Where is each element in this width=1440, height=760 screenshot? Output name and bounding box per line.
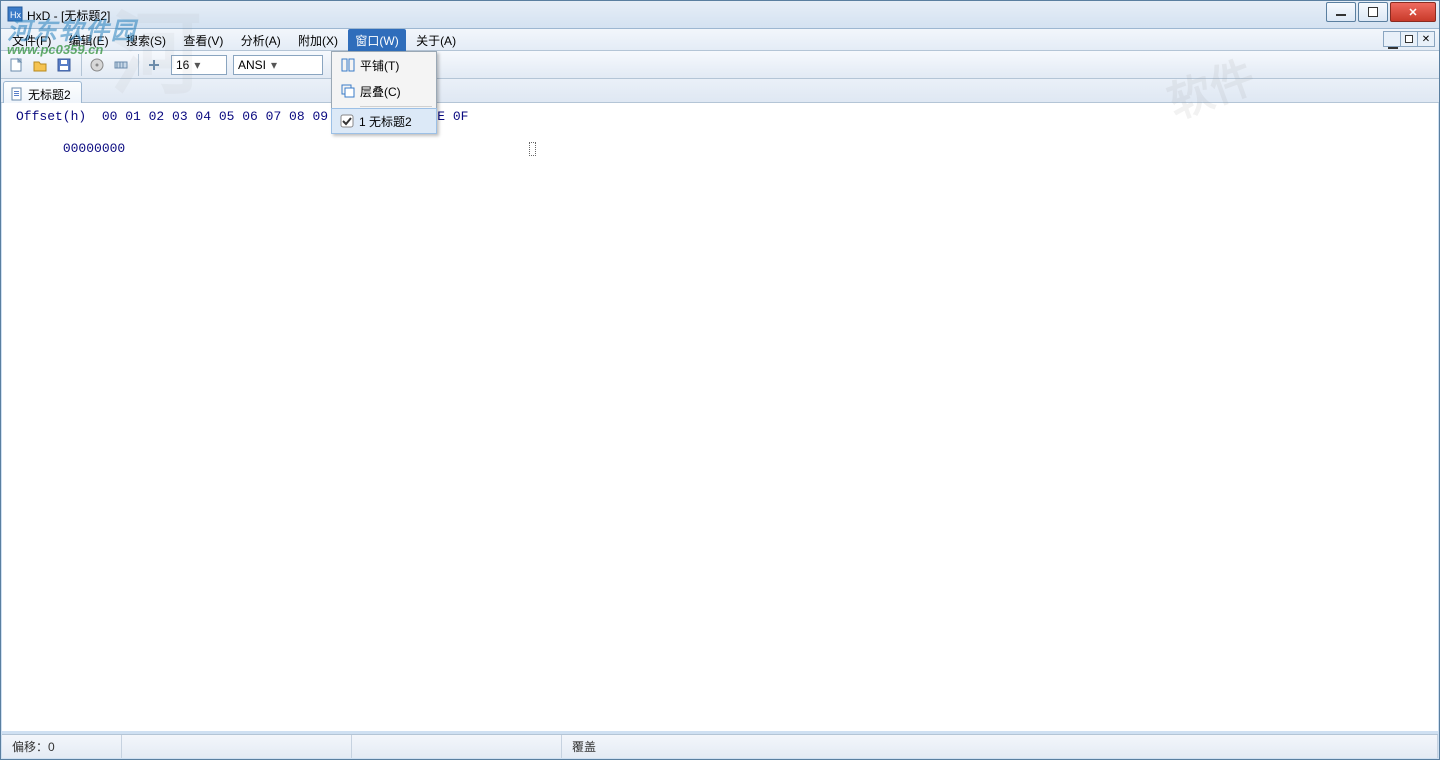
tile-icon xyxy=(336,57,360,73)
save-file-button[interactable] xyxy=(53,54,75,76)
menu-about[interactable]: 关于(A) xyxy=(409,29,463,53)
bytes-per-row-value: 16 xyxy=(176,58,189,72)
menu-extras[interactable]: 附加(X) xyxy=(291,29,345,53)
menu-analyze[interactable]: 分析(A) xyxy=(234,29,288,53)
menu-file[interactable]: 文件(F) xyxy=(5,29,58,53)
hex-row: 00000000 xyxy=(2,124,1438,171)
maximize-button[interactable] xyxy=(1358,2,1388,22)
status-cell xyxy=(122,735,352,758)
menu-bar: 文件(F) 编辑(E) 搜索(S) 查看(V) 分析(A) 附加(X) 窗口(W… xyxy=(1,29,1439,51)
new-file-button[interactable] xyxy=(5,54,27,76)
menu-item-label: 1 无标题2 xyxy=(359,113,428,130)
hex-row-offset: 00000000 xyxy=(63,141,125,156)
document-tab-label: 无标题2 xyxy=(28,86,71,103)
toolbar-separator xyxy=(81,54,82,76)
mdi-restore-button[interactable] xyxy=(1400,31,1418,47)
menu-separator xyxy=(360,106,432,107)
encoding-combo[interactable]: ANSI ▾ xyxy=(233,55,323,75)
document-tabstrip: 无标题2 xyxy=(1,79,1439,103)
open-disk-button[interactable] xyxy=(86,54,108,76)
bytes-per-row-combo[interactable]: 16 ▾ xyxy=(171,55,227,75)
status-mode: 覆盖 xyxy=(562,735,1438,758)
app-window: 河东软件园 www.pc0359.cn 软件 河 Hx HxD - [无标题2]… xyxy=(0,0,1440,760)
minimize-button[interactable] xyxy=(1326,2,1356,22)
cascade-icon xyxy=(336,83,360,99)
toolbar: 16 ▾ ANSI ▾ xyxy=(1,51,1439,79)
document-tab[interactable]: 无标题2 xyxy=(3,81,82,103)
menu-item-label: 平铺(T) xyxy=(360,57,428,74)
status-bar: 偏移：0 覆盖 xyxy=(2,734,1438,758)
document-icon xyxy=(10,87,24,101)
menu-view[interactable]: 查看(V) xyxy=(176,29,230,53)
menu-edit[interactable]: 编辑(E) xyxy=(62,29,116,53)
chevron-down-icon: ▾ xyxy=(266,58,282,72)
open-file-button[interactable] xyxy=(29,54,51,76)
text-caret xyxy=(529,142,536,156)
app-icon: Hx xyxy=(7,6,23,22)
mdi-controls: ✕ xyxy=(1384,31,1435,47)
status-offset: 偏移：0 xyxy=(2,735,122,758)
open-ram-button[interactable] xyxy=(110,54,132,76)
title-bar[interactable]: Hx HxD - [无标题2] xyxy=(1,1,1439,29)
menu-search[interactable]: 搜索(S) xyxy=(119,29,173,53)
menu-item-cascade[interactable]: 层叠(C) xyxy=(332,78,436,104)
close-button[interactable] xyxy=(1390,2,1436,22)
hex-offset-header: Offset(h) 00 01 02 03 04 05 06 07 08 09 … xyxy=(2,103,1438,124)
mdi-minimize-button[interactable] xyxy=(1383,31,1401,47)
menu-window[interactable]: 窗口(W) xyxy=(348,29,405,53)
status-cell xyxy=(352,735,562,758)
toggle-readonly-button[interactable] xyxy=(143,54,165,76)
menu-item-label: 层叠(C) xyxy=(360,83,428,100)
svg-text:Hx: Hx xyxy=(10,10,21,20)
window-title: HxD - [无标题2] xyxy=(27,7,110,24)
check-icon xyxy=(335,113,359,129)
menu-item-tile[interactable]: 平铺(T) xyxy=(332,52,436,78)
mdi-close-button[interactable]: ✕ xyxy=(1417,31,1435,47)
menu-item-doc1[interactable]: 1 无标题2 xyxy=(331,108,437,134)
hex-editor[interactable]: Offset(h) 00 01 02 03 04 05 06 07 08 09 … xyxy=(2,103,1438,731)
window-menu-popup: 平铺(T) 层叠(C) 1 无标题2 xyxy=(331,51,437,134)
encoding-value: ANSI xyxy=(238,58,266,72)
chevron-down-icon: ▾ xyxy=(189,58,205,72)
window-controls xyxy=(1326,2,1436,22)
toolbar-separator xyxy=(138,54,139,76)
